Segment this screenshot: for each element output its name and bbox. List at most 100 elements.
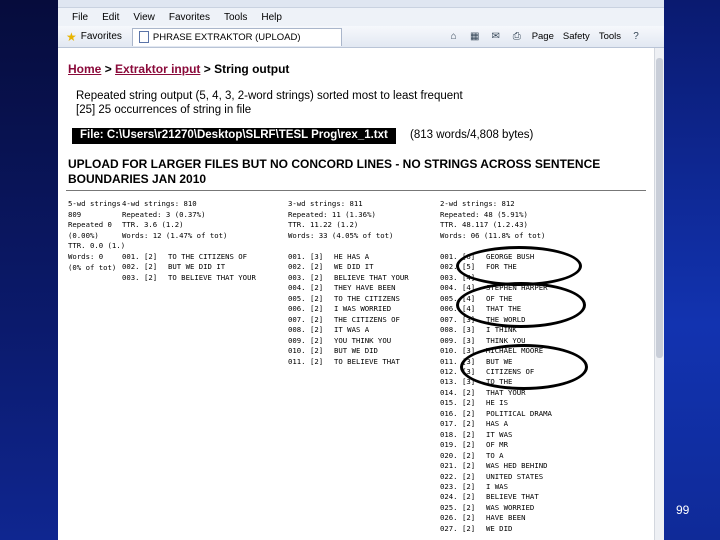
row-number: 013. [440, 377, 458, 387]
column-stat: 5-wd strings [68, 199, 121, 208]
row-count: [2] [462, 429, 476, 439]
column-stat: 809 [68, 209, 82, 219]
mail-icon[interactable]: ✉ [490, 31, 502, 43]
divider [66, 190, 646, 191]
string-row: 021. [2] WAS HED BEHIND [440, 461, 552, 471]
menu-help[interactable]: Help [261, 12, 282, 23]
row-number: 006. [288, 304, 306, 314]
menu-edit[interactable]: Edit [102, 12, 119, 23]
row-string: I WAS [486, 481, 508, 491]
row-number: 024. [440, 492, 458, 502]
feeds-icon[interactable]: ▦ [469, 31, 481, 43]
row-string: THE CITIZENS OF [334, 314, 400, 324]
page-icon [138, 31, 149, 43]
column-stat: TTR. 0.0 (1.) [68, 241, 126, 251]
page-content: Home > Extraktor input > String output R… [58, 48, 654, 540]
star-icon: ★ [66, 29, 77, 44]
row-string: WAS HED BEHIND [486, 461, 548, 471]
row-string: YOU THINK YOU [334, 335, 392, 345]
four-word-column: 4-wd strings: 810 Repeated: 3 (0.37%) TTR.… [122, 199, 256, 282]
string-row: 017. [2] HAS A [440, 419, 552, 429]
row-count: [2] [462, 513, 476, 523]
string-row: 002. [2] WE DID IT [288, 262, 409, 272]
home-icon[interactable]: ⌂ [448, 31, 460, 43]
menu-view[interactable]: View [133, 12, 155, 23]
string-row: 023. [2] I WAS [440, 482, 552, 492]
safety-menu[interactable]: Safety [563, 31, 590, 42]
row-string: THEY HAVE BEEN [334, 283, 396, 293]
string-row: 022. [2] UNITED STATES [440, 472, 552, 482]
row-number: 003. [288, 272, 306, 282]
row-number: 017. [440, 419, 458, 429]
row-number: 026. [440, 513, 458, 523]
row-number: 018. [440, 429, 458, 439]
column-stat: 4-wd strings: 810 [122, 199, 197, 208]
row-number: 005. [288, 293, 306, 303]
row-string: I WAS WORRIED [334, 304, 392, 314]
home-link[interactable]: Home [68, 62, 101, 76]
row-number: 002. [288, 262, 306, 272]
row-string: WE DID IT [334, 262, 374, 272]
page-menu[interactable]: Page [532, 31, 554, 42]
row-string: IT WAS A [334, 325, 370, 335]
string-row: 003. [2] BELIEVE THAT YOUR [288, 273, 409, 283]
row-number: 021. [440, 461, 458, 471]
row-count: [2] [462, 492, 476, 502]
menu-favorites[interactable]: Favorites [169, 12, 210, 23]
breadcrumb-separator: > [104, 62, 112, 76]
scrollbar-thumb[interactable] [656, 58, 663, 358]
row-count: [2] [310, 283, 324, 293]
column-stat: Words: 33 (4.05% of tot) [288, 230, 394, 240]
row-number: 022. [440, 471, 458, 481]
occurrence-legend: [25] 25 occurrences of string in file [76, 104, 252, 116]
row-number: 003. [440, 272, 458, 282]
row-number: 007. [440, 314, 458, 324]
favorites-label: Favorites [80, 31, 122, 42]
row-string: TO A [486, 450, 504, 460]
tools-menu[interactable]: Tools [599, 31, 621, 42]
column-stat: 3-wd strings: 811 [288, 199, 363, 208]
string-row: 015. [2] HE IS [440, 398, 552, 408]
row-count: [2] [310, 356, 324, 366]
row-string: WAS WORRIED [486, 502, 535, 512]
row-string: HE IS [486, 398, 508, 408]
annotation-circle [456, 246, 582, 286]
row-number: 001. [288, 252, 306, 261]
string-row: 006. [2] I WAS WORRIED [288, 304, 409, 314]
browser-tab[interactable]: PHRASE EXTRAKTOR (UPLOAD) [131, 27, 342, 46]
extraktor-input-link[interactable]: Extraktor input [115, 62, 200, 76]
print-icon[interactable]: ⎙ [511, 31, 523, 43]
string-row: 018. [2] IT WAS [440, 430, 552, 440]
row-count: [2] [310, 335, 324, 345]
string-row: 016. [2] POLITICAL DRAMA [440, 409, 552, 419]
row-number: 010. [288, 346, 306, 356]
row-count: [3] [462, 335, 476, 345]
row-count: [2] [462, 419, 476, 429]
column-stat: Words: 06 (11.8% of tot) [440, 230, 546, 240]
menu-tools[interactable]: Tools [224, 12, 247, 23]
row-count: [2] [144, 252, 158, 261]
row-string: BUT WE DID IT [168, 262, 226, 272]
string-row: 002. [2] BUT WE DID IT [122, 262, 256, 272]
window-top-strip [58, 0, 664, 8]
row-string: UNITED STATES [486, 471, 544, 481]
column-stat: (0.00%) [68, 230, 99, 240]
row-string: BUT WE DID [334, 346, 378, 356]
favorites-button[interactable]: ★ Favorites [58, 30, 130, 44]
annotation-circle [460, 344, 588, 390]
vertical-scrollbar[interactable] [654, 48, 664, 540]
row-count: [2] [462, 502, 476, 512]
row-count: [2] [462, 450, 476, 460]
row-number: 020. [440, 450, 458, 460]
row-number: 009. [440, 335, 458, 345]
output-description: Repeated string output (5, 4, 3, 2-word … [76, 90, 463, 102]
row-number: 012. [440, 366, 458, 376]
row-count: [2] [310, 325, 324, 335]
row-count: [2] [144, 262, 158, 272]
menu-file[interactable]: File [72, 12, 88, 23]
row-count: [2] [310, 314, 324, 324]
row-count: [2] [310, 272, 324, 282]
help-icon[interactable]: ? [630, 31, 642, 43]
slide-number: 99 [676, 503, 690, 517]
row-string: BELIEVE THAT [486, 492, 539, 502]
